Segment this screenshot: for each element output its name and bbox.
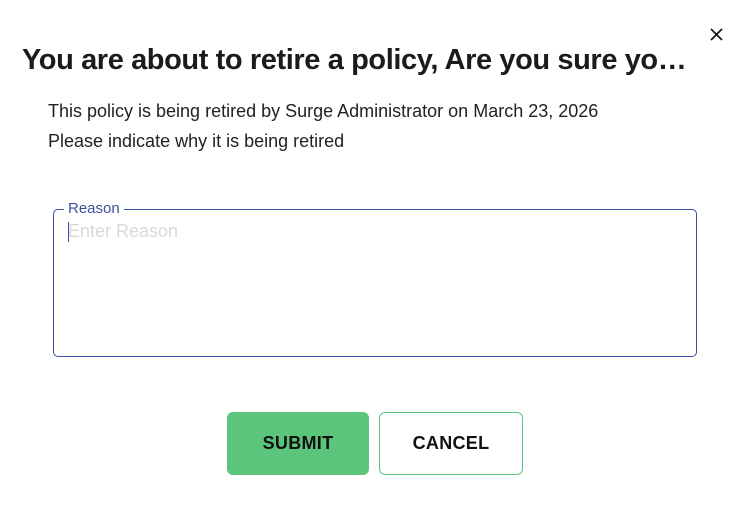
retire-info: This policy is being retired by Surge Ad… <box>48 96 598 156</box>
cancel-button[interactable]: CANCEL <box>379 412 523 475</box>
reason-field: Reason <box>53 201 697 357</box>
retire-policy-dialog: You are about to retire a policy, Are yo… <box>0 0 742 515</box>
retired-by-text: This policy is being retired by Surge Ad… <box>48 101 599 121</box>
dialog-title: You are about to retire a policy, Are yo… <box>22 44 702 76</box>
submit-button[interactable]: SUBMIT <box>227 412 369 475</box>
close-icon <box>709 27 723 41</box>
text-cursor <box>68 222 69 242</box>
close-button[interactable] <box>702 20 730 48</box>
reason-label: Reason <box>64 201 124 217</box>
reason-input[interactable] <box>68 219 680 345</box>
retire-instruction-text: Please indicate why it is being retired <box>48 131 345 151</box>
